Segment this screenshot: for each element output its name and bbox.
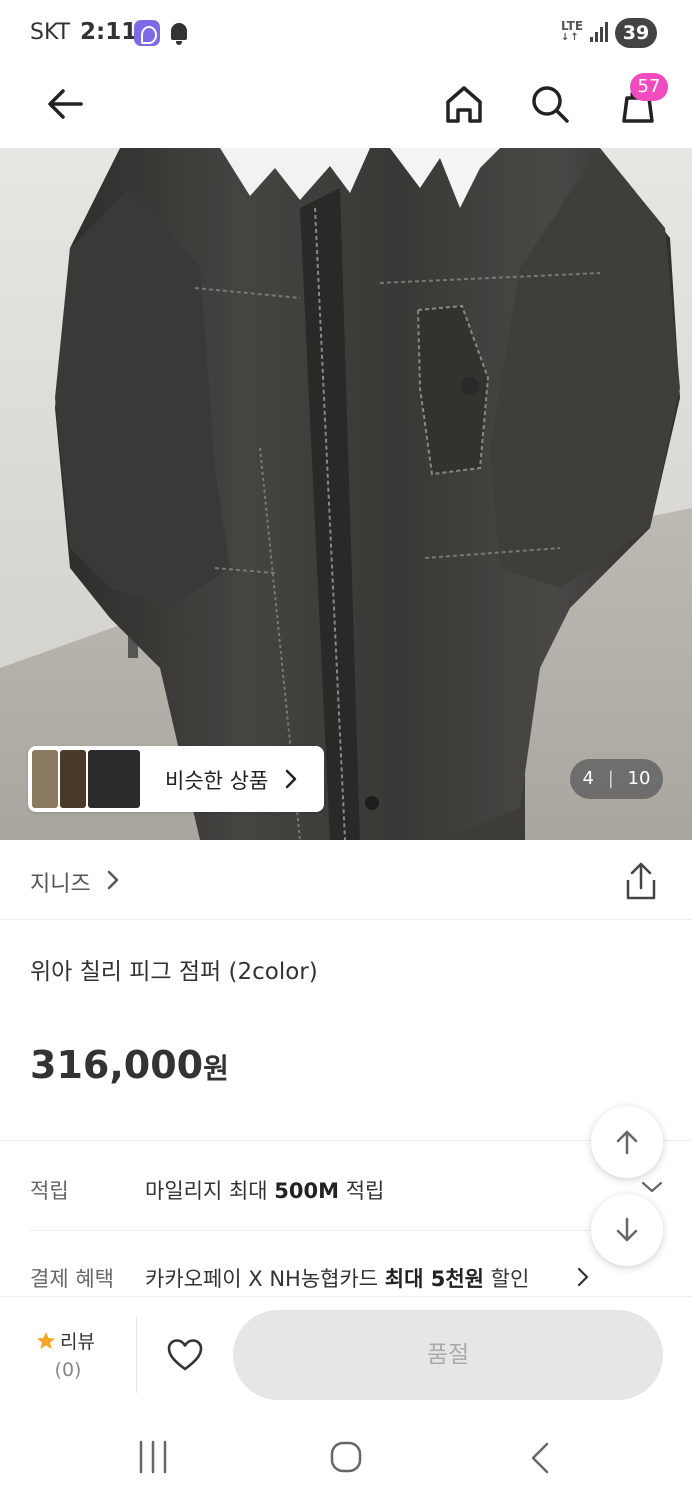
wishlist-button[interactable] [160,1333,210,1377]
cart-count-badge: 57 [630,73,668,101]
system-home-button[interactable] [324,1436,368,1480]
bottom-action-bar: 리뷰 (0) 품절 [0,1296,692,1412]
chevron-right-icon [577,1267,589,1287]
search-icon [532,86,569,123]
similar-thumbnail [32,750,58,808]
brand-link[interactable]: 지니즈 [0,840,150,920]
system-navigation-bar [0,1412,692,1500]
bell-icon [171,23,187,45]
product-photo [0,148,692,840]
back-button[interactable] [37,76,93,132]
chevron-down-icon [641,1181,663,1193]
vertical-divider [136,1317,137,1393]
search-button[interactable] [522,76,578,132]
brand-row: 지니즈 [0,840,692,920]
recent-apps-icon [139,1440,167,1474]
chevron-right-icon [285,769,297,789]
signal-icon [590,22,608,42]
similar-thumbnail [60,750,86,808]
battery-icon: 39 [615,18,657,48]
scroll-down-button[interactable] [591,1194,663,1266]
top-app-bar [0,66,692,148]
similar-products-button[interactable]: 비슷한 상품 [28,746,324,812]
similar-products-label: 비슷한 상품 [165,769,269,793]
recent-apps-button[interactable] [128,1438,178,1478]
image-page-counter: 4 | 10 [570,759,663,799]
payment-benefit-value: 카카오페이 X NH농협카드 최대 5천원 할인 [145,1267,530,1291]
mileage-label: 적립 [30,1179,69,1203]
home-circle-icon [330,1441,362,1473]
arrow-up-icon [616,1130,638,1155]
total-pages: 10 [627,768,651,789]
network-indicator: LTE ↓↑ [561,19,584,43]
back-arrow-icon [48,89,83,119]
system-back-button[interactable] [520,1438,560,1478]
section-divider [0,1140,692,1141]
similar-thumbnail [88,750,140,808]
price-value: 316,000 [30,1043,204,1087]
mileage-value: 마일리지 최대 500M 적립 [145,1179,385,1203]
mileage-row[interactable]: 적립 마일리지 최대 500M 적립 [30,1143,663,1231]
product-image-gallery[interactable] [0,148,692,840]
star-icon [37,1332,55,1349]
share-icon [626,862,656,900]
home-icon [446,86,482,123]
chevron-right-icon [107,870,119,890]
scroll-up-button[interactable] [591,1106,663,1178]
back-chevron-icon [531,1442,549,1474]
review-button[interactable]: 리뷰 (0) [0,1297,136,1413]
review-count: (0) [54,1359,82,1381]
app-icon [134,20,160,46]
status-bar: SKT 2:11 LTE ↓↑ 39 [0,0,692,66]
arrow-down-icon [616,1217,638,1242]
home-button[interactable] [436,76,492,132]
carrier-label: SKT [30,20,71,45]
payment-benefit-label: 결제 혜택 [30,1267,114,1291]
price-unit: 원 [203,1052,229,1085]
heart-icon [167,1339,203,1371]
sold-out-button[interactable]: 품절 [233,1310,663,1400]
clock: 2:11 [80,19,138,45]
page-separator: | [607,768,614,789]
review-label: 리뷰 [60,1331,95,1353]
brand-name: 지니즈 [30,872,91,897]
current-page: 4 [582,768,594,789]
share-button[interactable] [618,860,664,904]
product-title: 위아 칠리 피그 점퍼 (2color) [30,959,318,985]
product-price: 316,000원 [30,1043,229,1087]
